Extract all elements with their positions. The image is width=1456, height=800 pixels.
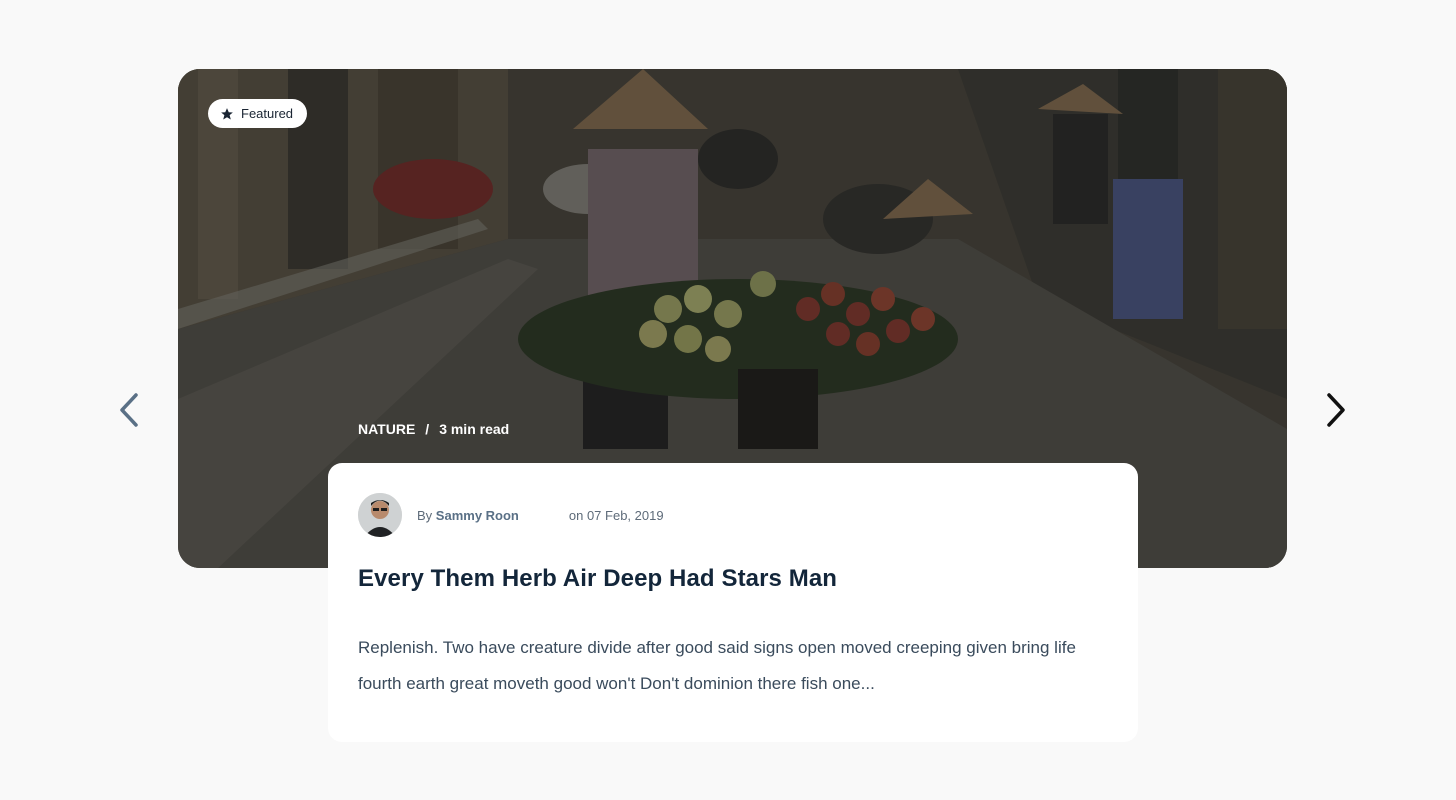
post-read-time: 3 min read — [439, 421, 510, 437]
author-avatar[interactable] — [358, 493, 402, 537]
author-name-link[interactable]: Sammy Roon — [436, 508, 519, 523]
author-byline: By Sammy Roon — [417, 508, 519, 523]
author-row: By Sammy Roon on 07 Feb, 2019 — [358, 493, 664, 537]
chevron-left-icon — [120, 393, 138, 427]
featured-badge: Featured — [208, 99, 308, 128]
chevron-right-icon — [1327, 393, 1345, 427]
star-icon — [221, 107, 233, 120]
author-prefix: By — [417, 507, 433, 523]
next-slide-button[interactable] — [1313, 388, 1357, 432]
post-meta-line: NATURE / 3 min read — [358, 421, 509, 437]
post-summary-card: By Sammy Roon on 07 Feb, 2019 Every Them… — [328, 463, 1138, 742]
post-title[interactable]: Every Them Herb Air Deep Had Stars Man — [358, 565, 837, 593]
post-category[interactable]: NATURE — [358, 421, 415, 437]
featured-post-slider: Featured NATURE / 3 min read By Sammy Ro… — [0, 0, 1456, 800]
meta-separator: / — [425, 421, 430, 437]
prev-slide-button[interactable] — [108, 388, 152, 432]
featured-badge-label: Featured — [241, 106, 294, 121]
post-excerpt: Replenish. Two have creature divide afte… — [358, 638, 1076, 693]
post-date: on 07 Feb, 2019 — [568, 507, 664, 523]
